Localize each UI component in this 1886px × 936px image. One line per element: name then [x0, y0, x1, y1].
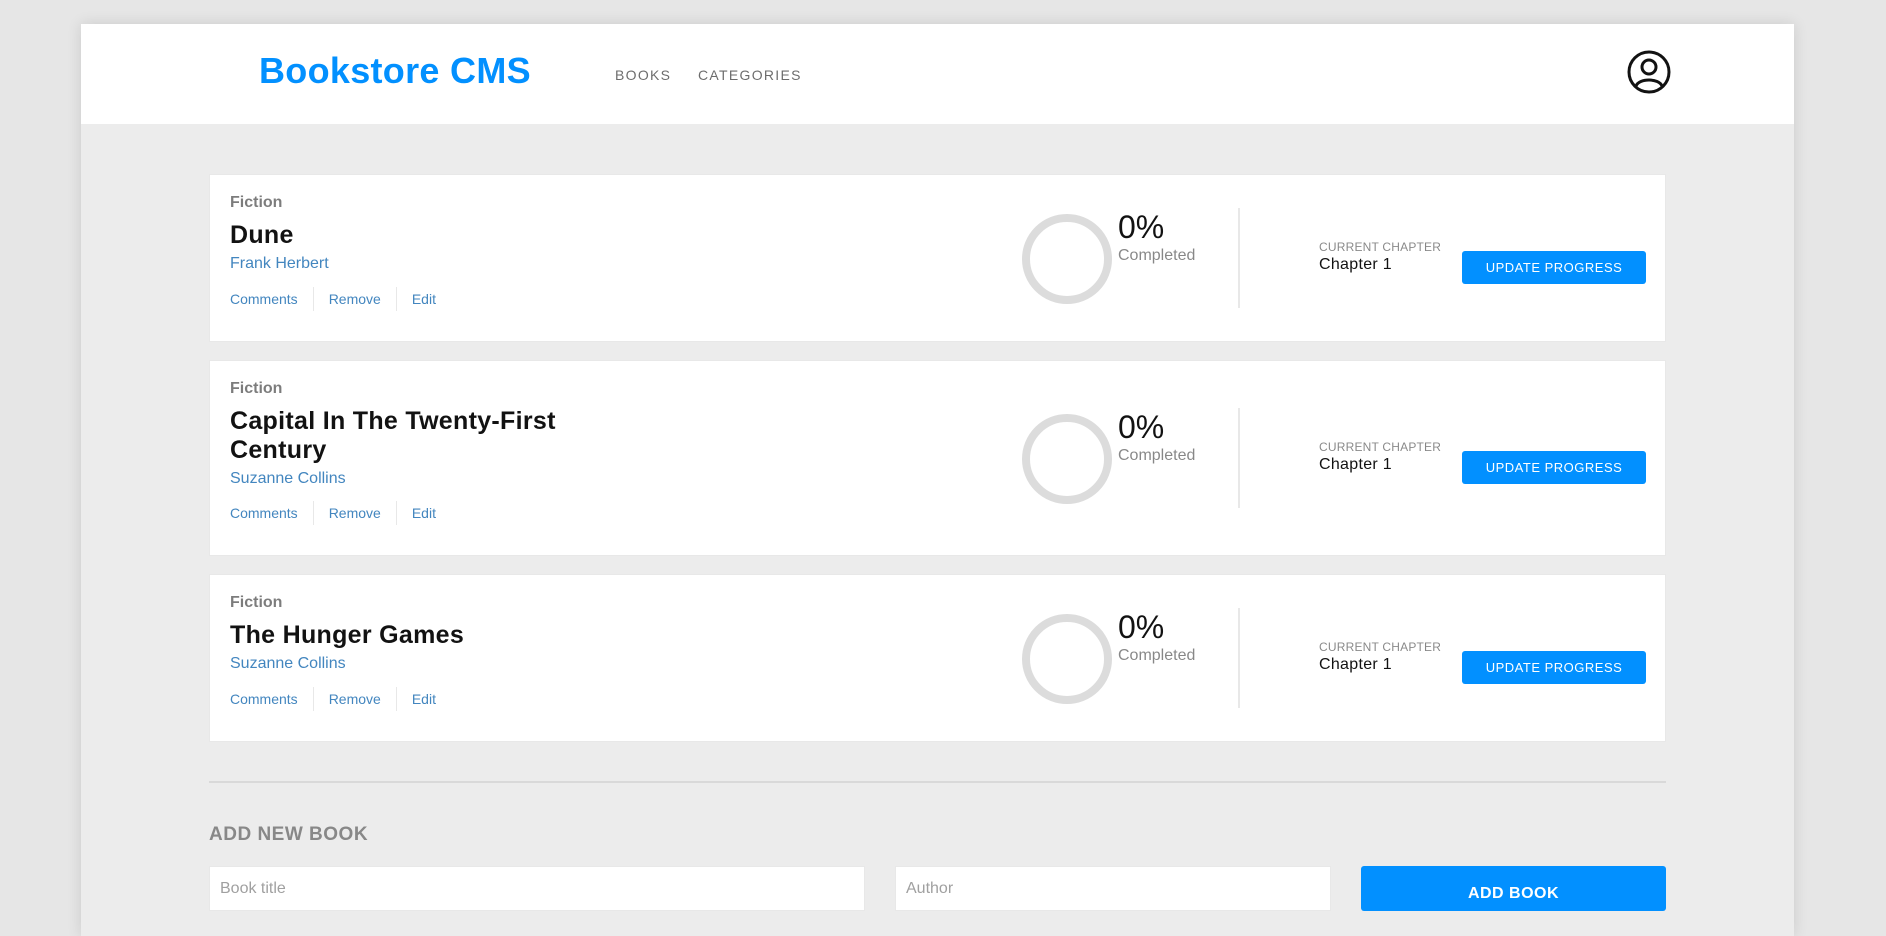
- comments-button[interactable]: Comments: [230, 505, 313, 521]
- add-book-heading: ADD NEW BOOK: [209, 824, 369, 845]
- completed-label: Completed: [1118, 647, 1196, 664]
- remove-button[interactable]: Remove: [314, 691, 396, 707]
- book-actions: Comments Remove Edit: [230, 501, 451, 525]
- update-progress-button[interactable]: UPDATE PROGRESS: [1462, 651, 1646, 684]
- update-progress-button[interactable]: UPDATE PROGRESS: [1462, 451, 1646, 484]
- current-chapter-value: Chapter 1: [1319, 656, 1392, 673]
- app-panel: Bookstore CMS BOOKS CATEGORIES Fiction D…: [81, 24, 1794, 936]
- progress-percent: 0%: [1118, 409, 1165, 445]
- vertical-divider: [1238, 408, 1240, 508]
- book-author[interactable]: Suzanne Collins: [230, 655, 346, 673]
- book-card: Fiction The Hunger Games Suzanne Collins…: [209, 574, 1666, 742]
- edit-button[interactable]: Edit: [397, 691, 451, 707]
- book-actions: Comments Remove Edit: [230, 287, 451, 311]
- nav-books[interactable]: BOOKS: [615, 67, 671, 83]
- book-card: Fiction Dune Frank Herbert Comments Remo…: [209, 174, 1666, 342]
- book-author[interactable]: Frank Herbert: [230, 255, 329, 273]
- book-title-input[interactable]: [209, 866, 865, 911]
- book-title: Dune: [230, 221, 294, 249]
- book-genre: Fiction: [230, 594, 283, 611]
- add-book-button[interactable]: ADD BOOK: [1361, 866, 1666, 911]
- book-genre: Fiction: [230, 194, 283, 211]
- book-card: Fiction Capital In The Twenty-First Cent…: [209, 360, 1666, 556]
- current-chapter-value: Chapter 1: [1319, 456, 1392, 473]
- progress-ring: [1022, 414, 1112, 504]
- logo[interactable]: Bookstore CMS: [259, 50, 531, 92]
- completed-label: Completed: [1118, 447, 1196, 464]
- vertical-divider: [1238, 208, 1240, 308]
- remove-button[interactable]: Remove: [314, 291, 396, 307]
- comments-button[interactable]: Comments: [230, 691, 313, 707]
- current-chapter-value: Chapter 1: [1319, 256, 1392, 273]
- edit-button[interactable]: Edit: [397, 505, 451, 521]
- nav-categories[interactable]: CATEGORIES: [698, 67, 802, 83]
- book-actions: Comments Remove Edit: [230, 687, 451, 711]
- author-input[interactable]: [895, 866, 1331, 911]
- book-genre: Fiction: [230, 380, 283, 397]
- progress-ring: [1022, 214, 1112, 304]
- current-chapter-label: CURRENT CHAPTER: [1319, 240, 1442, 254]
- section-divider: [209, 781, 1666, 783]
- current-chapter-label: CURRENT CHAPTER: [1319, 440, 1442, 454]
- user-circle-icon[interactable]: [1627, 50, 1671, 94]
- update-progress-button[interactable]: UPDATE PROGRESS: [1462, 251, 1646, 284]
- vertical-divider: [1238, 608, 1240, 708]
- comments-button[interactable]: Comments: [230, 291, 313, 307]
- header: Bookstore CMS BOOKS CATEGORIES: [81, 24, 1794, 124]
- edit-button[interactable]: Edit: [397, 291, 451, 307]
- completed-label: Completed: [1118, 247, 1196, 264]
- progress-percent: 0%: [1118, 209, 1165, 245]
- remove-button[interactable]: Remove: [314, 505, 396, 521]
- book-author[interactable]: Suzanne Collins: [230, 470, 346, 488]
- book-title: Capital In The Twenty-First Century: [230, 407, 556, 464]
- current-chapter-label: CURRENT CHAPTER: [1319, 640, 1442, 654]
- book-title: The Hunger Games: [230, 621, 465, 649]
- progress-percent: 0%: [1118, 609, 1165, 645]
- progress-ring: [1022, 614, 1112, 704]
